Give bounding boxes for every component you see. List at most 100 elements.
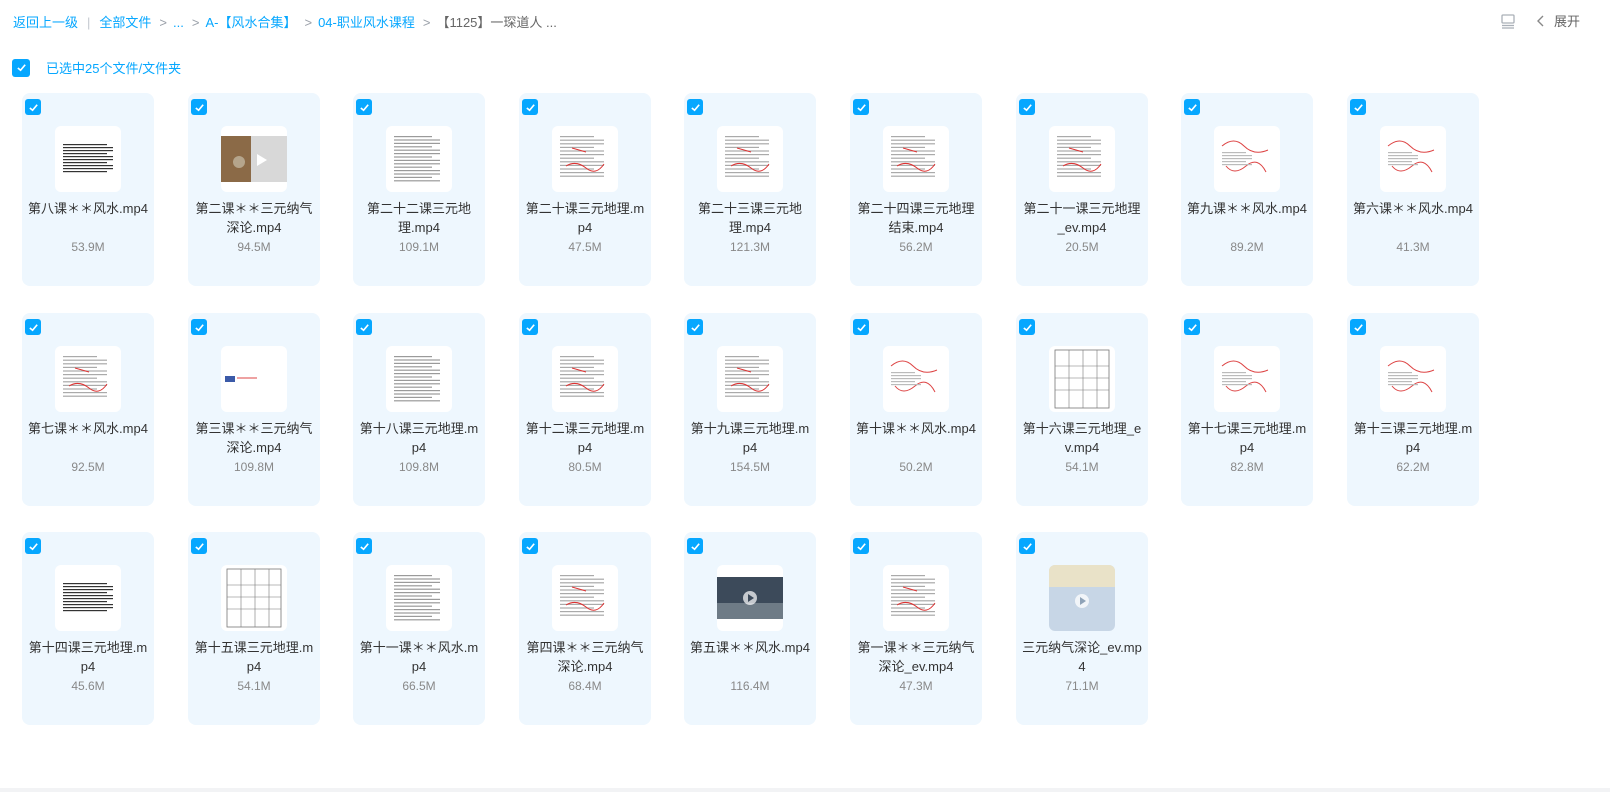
view-tools: 展开 xyxy=(1500,11,1580,30)
breadcrumb-ellipsis[interactable]: ... xyxy=(173,15,184,30)
file-card[interactable]: 第八课＊＊风水.mp4 53.9M xyxy=(22,93,154,286)
file-card[interactable]: 第十五课三元地理.mp4 54.1M xyxy=(188,532,320,725)
file-checkbox[interactable] xyxy=(522,538,538,554)
file-name: 第二十课三元地理.mp4 xyxy=(525,201,645,235)
file-checkbox[interactable] xyxy=(1350,99,1366,115)
file-card[interactable]: 第十二课三元地理.mp4 80.5M xyxy=(519,313,651,506)
file-card[interactable]: 第十三课三元地理.mp4 62.2M xyxy=(1347,313,1479,506)
file-checkbox[interactable] xyxy=(522,319,538,335)
breadcrumb-all-files[interactable]: 全部文件 xyxy=(99,15,151,30)
file-card[interactable]: 第二十一课三元地理_ev.mp4 20.5M xyxy=(1016,93,1148,286)
file-size: 89.2M xyxy=(1230,240,1264,254)
file-name: 第五课＊＊风水.mp4 xyxy=(690,640,810,655)
file-checkbox[interactable] xyxy=(356,319,372,335)
file-card[interactable]: 第十一课＊＊风水.mp4 66.5M xyxy=(353,532,485,725)
file-checkbox[interactable] xyxy=(1350,319,1366,335)
file-thumbnail xyxy=(1049,126,1115,192)
selection-count-text: 已选中25个文件/文件夹 xyxy=(46,61,182,76)
file-name: 第十八课三元地理.mp4 xyxy=(359,421,479,455)
file-checkbox[interactable] xyxy=(1184,319,1200,335)
file-checkbox[interactable] xyxy=(1019,538,1035,554)
check-icon xyxy=(1187,323,1197,331)
file-card[interactable]: 第二课＊＊三元纳气深论.mp4 94.5M xyxy=(188,93,320,286)
file-name: 第二十二课三元地理.mp4 xyxy=(366,201,471,235)
file-size: 92.5M xyxy=(71,460,105,474)
file-size: 116.4M xyxy=(730,679,770,693)
file-name: 第十六课三元地理_ev.mp4 xyxy=(1022,421,1142,455)
chevron-left-icon[interactable] xyxy=(1536,14,1546,28)
check-icon xyxy=(1022,323,1032,331)
file-card[interactable]: 第十七课三元地理.mp4 82.8M xyxy=(1181,313,1313,506)
file-card[interactable]: 第一课＊＊三元纳气深论_ev.mp4 47.3M xyxy=(850,532,982,725)
breadcrumb-level1[interactable]: A-【风水合集】 xyxy=(205,15,296,30)
file-checkbox[interactable] xyxy=(687,99,703,115)
file-card[interactable]: 第九课＊＊风水.mp4 89.2M xyxy=(1181,93,1313,286)
file-checkbox[interactable] xyxy=(1019,99,1035,115)
file-card[interactable]: 第二十四课三元地理结束.mp4 56.2M xyxy=(850,93,982,286)
file-card[interactable]: 第三课＊＊三元纳气深论.mp4 109.8M xyxy=(188,313,320,506)
file-card[interactable]: 第七课＊＊风水.mp4 92.5M xyxy=(22,313,154,506)
file-thumbnail xyxy=(221,126,287,192)
file-name: 第六课＊＊风水.mp4 xyxy=(1353,201,1473,216)
file-checkbox[interactable] xyxy=(687,538,703,554)
check-icon xyxy=(194,542,204,550)
file-checkbox[interactable] xyxy=(522,99,538,115)
file-name: 第十一课＊＊风水.mp4 xyxy=(359,640,479,674)
file-card[interactable]: 第十六课三元地理_ev.mp4 54.1M xyxy=(1016,313,1148,506)
breadcrumb-separator: > xyxy=(422,15,431,30)
file-checkbox[interactable] xyxy=(25,538,41,554)
file-thumbnail xyxy=(1214,346,1280,412)
file-size: 109.8M xyxy=(233,460,275,474)
check-icon xyxy=(690,323,700,331)
breadcrumb-level2[interactable]: 04-职业风水课程 xyxy=(318,15,415,30)
file-card[interactable]: 第二十三课三元地理.mp4 121.3M xyxy=(684,93,816,286)
check-icon xyxy=(856,542,866,550)
file-name: 第二十三课三元地理.mp4 xyxy=(697,201,802,235)
file-checkbox[interactable] xyxy=(25,319,41,335)
back-link[interactable]: 返回上一级 xyxy=(13,15,78,30)
expand-button[interactable]: 展开 xyxy=(1554,11,1580,30)
file-card[interactable]: 第二十课三元地理.mp4 47.5M xyxy=(519,93,651,286)
file-card[interactable]: 第十课＊＊风水.mp4 50.2M xyxy=(850,313,982,506)
file-name: 第十课＊＊风水.mp4 xyxy=(856,421,976,436)
check-icon xyxy=(1022,542,1032,550)
file-checkbox[interactable] xyxy=(191,99,207,115)
file-checkbox[interactable] xyxy=(1019,319,1035,335)
file-card[interactable]: 第十九课三元地理.mp4 154.5M xyxy=(684,313,816,506)
file-card[interactable]: 第十四课三元地理.mp4 45.6M xyxy=(22,532,154,725)
select-all-checkbox[interactable] xyxy=(12,58,30,77)
file-card[interactable]: 第四课＊＊三元纳气深论.mp4 68.4M xyxy=(519,532,651,725)
file-thumbnail xyxy=(1380,346,1446,412)
file-size: 82.8M xyxy=(1230,460,1264,474)
file-checkbox[interactable] xyxy=(356,99,372,115)
file-checkbox[interactable] xyxy=(853,319,869,335)
file-size: 94.5M xyxy=(237,240,271,254)
file-name: 第十三课三元地理.mp4 xyxy=(1353,421,1473,455)
file-size: 54.1M xyxy=(1065,460,1099,474)
file-checkbox[interactable] xyxy=(853,538,869,554)
check-icon xyxy=(359,103,369,111)
file-checkbox[interactable] xyxy=(687,319,703,335)
breadcrumb: 返回上一级 | 全部文件 >... > A-【风水合集】 >04-职业风水课程 > 【1125】… xyxy=(13,12,557,31)
file-checkbox[interactable] xyxy=(1184,99,1200,115)
file-card[interactable]: 第十八课三元地理.mp4 109.8M xyxy=(353,313,485,506)
file-checkbox[interactable] xyxy=(191,538,207,554)
file-checkbox[interactable] xyxy=(356,538,372,554)
file-card[interactable]: 第二十二课三元地理.mp4 109.1M xyxy=(353,93,485,286)
file-checkbox[interactable] xyxy=(853,99,869,115)
file-card[interactable]: 三元纳气深论_ev.mp4 71.1M xyxy=(1016,532,1148,725)
check-icon xyxy=(16,64,26,72)
list-view-icon[interactable] xyxy=(1500,13,1516,29)
file-thumbnail xyxy=(717,126,783,192)
file-checkbox[interactable] xyxy=(191,319,207,335)
file-size: 62.2M xyxy=(1396,460,1430,474)
bottom-divider xyxy=(0,788,1610,792)
check-icon xyxy=(1353,323,1363,331)
check-icon xyxy=(690,542,700,550)
file-size: 80.5M xyxy=(568,460,602,474)
file-card[interactable]: 第五课＊＊风水.mp4 116.4M xyxy=(684,532,816,725)
file-card[interactable]: 第六课＊＊风水.mp4 41.3M xyxy=(1347,93,1479,286)
file-checkbox[interactable] xyxy=(25,99,41,115)
check-icon xyxy=(525,103,535,111)
file-thumbnail xyxy=(1214,126,1280,192)
